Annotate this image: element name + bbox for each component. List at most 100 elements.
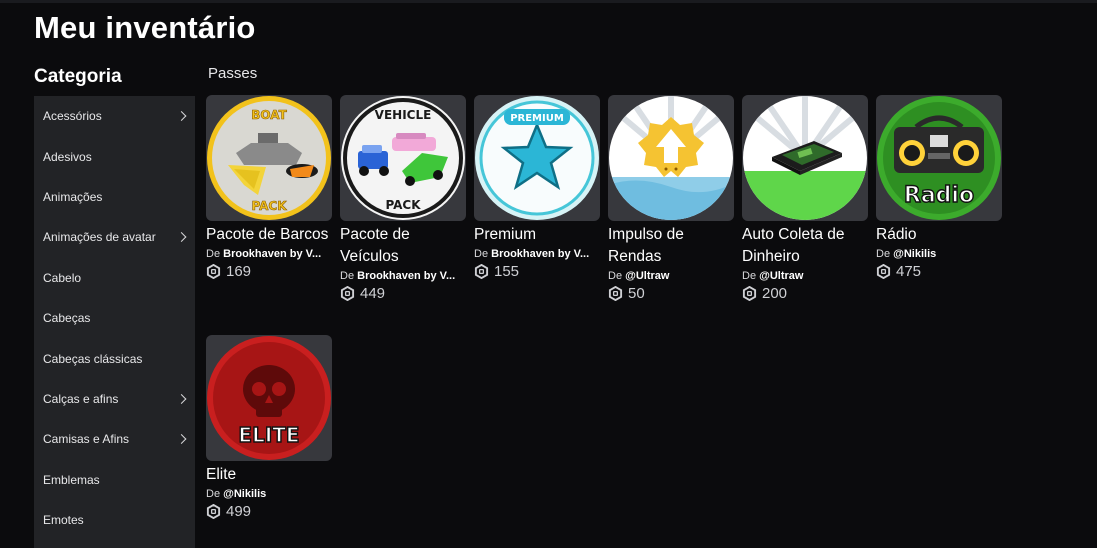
robux-icon <box>876 264 891 279</box>
price-value: 50 <box>628 285 645 302</box>
art-text: PACK <box>251 199 287 213</box>
sidebar-item-label: Cabeças <box>43 311 91 326</box>
sidebar-item-camisas-e-afins[interactable]: Camisas e Afins <box>34 419 195 459</box>
section-title-passes: Passes <box>208 65 258 82</box>
item-thumbnail[interactable]: Radio <box>876 95 1002 221</box>
chevron-right-icon <box>176 111 187 122</box>
item-creator[interactable]: De @Nikilis <box>206 488 332 500</box>
sidebar-item-emotes[interactable]: Emotes <box>34 500 195 540</box>
item-card[interactable]: BOAT PACK Pacote de Barcos De Brookhaven… <box>206 95 332 280</box>
item-price: 449 <box>340 285 466 302</box>
sidebar-item-calcas-e-afins[interactable]: Calças e afins <box>34 379 195 419</box>
item-thumbnail[interactable] <box>608 95 734 221</box>
item-price: 499 <box>206 503 332 520</box>
item-card[interactable]: ELITE Elite De @Nikilis 499 <box>206 335 332 520</box>
item-creator[interactable]: De @Nikilis <box>876 248 1002 260</box>
item-price: 475 <box>876 263 1002 280</box>
art-text: Radio <box>904 183 974 208</box>
item-creator[interactable]: De @Ultraw <box>742 270 868 282</box>
creator-name[interactable]: @Nikilis <box>223 488 266 500</box>
sidebar-item-animacoes-de-avatar[interactable]: Animações de avatar <box>34 217 195 257</box>
item-name[interactable]: Auto Coleta de Dinheiro <box>742 224 868 268</box>
creator-name[interactable]: Brookhaven by V... <box>357 270 455 282</box>
price-value: 475 <box>896 263 922 280</box>
category-title: Categoria <box>34 66 122 87</box>
top-border <box>0 0 1097 3</box>
robux-icon <box>474 264 489 279</box>
chevron-right-icon <box>176 393 187 404</box>
robux-icon <box>340 286 355 301</box>
sidebar-item-cabecas[interactable]: Cabeças <box>34 298 195 338</box>
sidebar-item-label: Adesivos <box>43 149 92 164</box>
sidebar-item-acessorios[interactable]: Acessórios <box>34 96 195 136</box>
sidebar-item-emblemas[interactable]: Emblemas <box>34 460 195 500</box>
income-boost-icon <box>609 96 733 220</box>
sidebar-item-animacoes[interactable]: Animações <box>34 177 195 217</box>
item-creator[interactable]: De @Ultraw <box>608 270 734 282</box>
creator-prefix: De <box>742 270 757 282</box>
robux-icon <box>742 286 757 301</box>
robux-icon <box>206 504 221 519</box>
item-thumbnail[interactable]: VEHICLE PACK <box>340 95 466 221</box>
vehicle-pack-icon: VEHICLE PACK <box>341 96 465 220</box>
item-name[interactable]: Pacote de Barcos <box>206 224 332 246</box>
creator-prefix: De <box>206 488 221 500</box>
item-name[interactable]: Impulso de Rendas <box>608 224 734 268</box>
price-value: 155 <box>494 263 520 280</box>
item-card[interactable]: PREMIUM Premium De Brookhaven by V... 15… <box>474 95 600 280</box>
sidebar-item-label: Cabeças clássicas <box>43 351 143 366</box>
item-name[interactable]: Elite <box>206 464 332 486</box>
category-sidebar: Acessórios Adesivos Animações Animações … <box>34 96 195 548</box>
sidebar-item-label: Emblemas <box>43 472 100 487</box>
creator-name[interactable]: @Ultraw <box>625 270 669 282</box>
item-card[interactable]: VEHICLE PACK Pacote de Veículos De Brook… <box>340 95 466 302</box>
creator-name[interactable]: Brookhaven by V... <box>223 248 321 260</box>
art-text: ELITE <box>238 423 299 447</box>
item-price: 200 <box>742 285 868 302</box>
sidebar-item-label: Animações de avatar <box>43 230 156 245</box>
price-value: 499 <box>226 503 252 520</box>
creator-prefix: De <box>206 248 221 260</box>
elite-skull-icon: ELITE <box>207 336 331 460</box>
item-price: 50 <box>608 285 734 302</box>
item-card[interactable]: Radio Rádio De @Nikilis 475 <box>876 95 1002 280</box>
sidebar-item-label: Camisas e Afins <box>43 432 130 447</box>
item-price: 169 <box>206 263 332 280</box>
radio-icon: Radio <box>877 96 1001 220</box>
sidebar-item-cabelo[interactable]: Cabelo <box>34 258 195 298</box>
item-thumbnail[interactable]: ELITE <box>206 335 332 461</box>
item-creator[interactable]: De Brookhaven by V... <box>206 248 332 260</box>
item-card[interactable]: Impulso de Rendas De @Ultraw 50 <box>608 95 734 302</box>
item-thumbnail[interactable]: PREMIUM <box>474 95 600 221</box>
creator-name[interactable]: @Nikilis <box>893 248 936 260</box>
auto-collect-money-icon <box>743 96 867 220</box>
art-text: PREMIUM <box>510 113 564 124</box>
robux-icon <box>608 286 623 301</box>
item-name[interactable]: Rádio <box>876 224 1002 246</box>
item-creator[interactable]: De Brookhaven by V... <box>340 270 466 282</box>
price-value: 200 <box>762 285 788 302</box>
sidebar-item-label: Emotes <box>43 513 84 528</box>
item-thumbnail[interactable] <box>742 95 868 221</box>
premium-star-icon: PREMIUM <box>475 96 599 220</box>
item-name[interactable]: Pacote de Veículos <box>340 224 466 268</box>
creator-name[interactable]: @Ultraw <box>759 270 803 282</box>
creator-name[interactable]: Brookhaven by V... <box>491 248 589 260</box>
sidebar-item-label: Calças e afins <box>43 391 119 406</box>
creator-prefix: De <box>340 270 355 282</box>
price-value: 449 <box>360 285 386 302</box>
art-text: BOAT <box>251 108 287 122</box>
creator-prefix: De <box>876 248 891 260</box>
sidebar-item-label: Animações <box>43 189 103 204</box>
sidebar-item-adesivos[interactable]: Adesivos <box>34 136 195 176</box>
chevron-right-icon <box>176 232 187 243</box>
creator-prefix: De <box>608 270 623 282</box>
item-name[interactable]: Premium <box>474 224 600 246</box>
creator-prefix: De <box>474 248 489 260</box>
sidebar-item-cabecas-classicas[interactable]: Cabeças clássicas <box>34 338 195 378</box>
item-card[interactable]: Auto Coleta de Dinheiro De @Ultraw 200 <box>742 95 868 302</box>
item-thumbnail[interactable]: BOAT PACK <box>206 95 332 221</box>
price-value: 169 <box>226 263 252 280</box>
item-creator[interactable]: De Brookhaven by V... <box>474 248 600 260</box>
art-text: PACK <box>385 198 421 212</box>
